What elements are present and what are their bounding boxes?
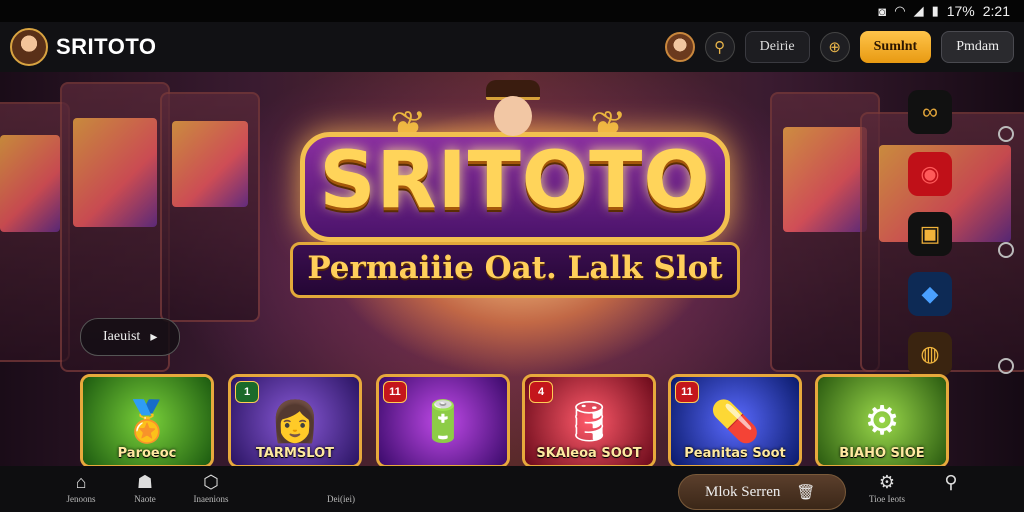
game-card-name: Peanitas Soot	[684, 446, 786, 461]
treasure-icon[interactable]: ▣	[908, 212, 952, 256]
game-card[interactable]: 🛢 4 SKAleoa SOOT	[522, 374, 656, 468]
banner-subtitle: Permaiiie Oat. Lalk Slot	[307, 250, 723, 286]
account-button[interactable]: Pmdam	[941, 31, 1014, 63]
gem-icon[interactable]: ◆	[908, 272, 952, 316]
carousel-dot[interactable]	[998, 242, 1014, 258]
target-icon[interactable]: ◉	[908, 152, 952, 196]
link-icon[interactable]: ∞	[908, 90, 952, 134]
nav-item-promotions[interactable]: ⬡ Inaenions	[176, 472, 246, 504]
game-card[interactable]: ⚙ BIAHO SIOE	[815, 374, 949, 468]
coin-icon[interactable]: ◍	[908, 332, 952, 376]
game-card[interactable]: 👩 1 TARMSLOT	[228, 374, 362, 468]
gear-icon: ⚙	[878, 472, 896, 492]
vibrate-icon: ◙	[878, 3, 887, 19]
clock: 2:21	[982, 3, 1010, 19]
logo-avatar[interactable]	[10, 28, 48, 66]
mascot-image	[478, 80, 548, 152]
nav-item-search[interactable]: ⚲	[916, 472, 986, 494]
battery-icon: ▮	[931, 3, 939, 18]
bottom-navigation: ⌂ Jenoons ☗ Naote ⬡ Inaenions Dei(iei) ⚙…	[0, 466, 1024, 512]
carousel-dot[interactable]	[998, 358, 1014, 374]
main-action-label: Mlok Serren	[705, 483, 781, 500]
search-icon[interactable]: ⚲	[704, 32, 735, 62]
game-badge: 11	[383, 381, 407, 403]
game-badge: 1	[235, 381, 259, 403]
game-badge: 4	[529, 381, 553, 403]
nav-label: Tioe Ieots	[869, 494, 905, 504]
nav-label: Naote	[134, 494, 156, 504]
game-card-name: SKAleoa SOOT	[536, 446, 642, 461]
trash-icon: 🗑	[796, 484, 816, 501]
banner-chip[interactable]: Iaeuist ▸	[80, 318, 181, 356]
game-card[interactable]: 🏅 Paroeoc	[80, 374, 214, 468]
game-badge: 11	[675, 381, 699, 403]
status-bar: ◙ ◠ ◢ ▮ 17% 2:21	[0, 0, 1024, 22]
search-icon: ⚲	[944, 472, 958, 492]
promotions-icon: ⬡	[203, 472, 219, 492]
nav-item-settings[interactable]: ⚙ Tioe Ieots	[852, 472, 922, 504]
games-icon: ☗	[136, 472, 154, 492]
home-icon: ⌂	[75, 472, 87, 492]
register-button[interactable]: Sumlnt	[859, 31, 932, 63]
game-card-name: BIAHO SIOE	[839, 446, 925, 461]
battery-percent: 17%	[946, 3, 975, 19]
game-card-name: Paroeoc	[117, 446, 177, 461]
chevron-right-icon: ▸	[150, 329, 158, 345]
nav-item-home[interactable]: ⌂ Jenoons	[46, 472, 116, 504]
nav-label: Dei(iei)	[327, 494, 355, 504]
game-card-name: TARMSLOT	[256, 446, 334, 461]
user-avatar[interactable]	[664, 32, 695, 62]
login-button[interactable]: Deirie	[744, 31, 810, 63]
game-card[interactable]: 💊 11 Peanitas Soot	[668, 374, 802, 468]
main-action-button[interactable]: Mlok Serren 🗑	[678, 474, 846, 510]
nav-item-games[interactable]: ☗ Naote	[110, 472, 180, 504]
header-actions: ⚲ Deirie ⊕ Sumlnt Pmdam	[664, 31, 1014, 63]
signal-icon: ◢	[913, 3, 924, 18]
deposit-icon[interactable]: ⊕	[819, 32, 850, 62]
slot-machine-image	[160, 92, 260, 322]
nav-item-deposit[interactable]: Dei(iei)	[306, 472, 376, 504]
carousel-dot[interactable]	[998, 126, 1014, 142]
banner-chip-label: Iaeuist	[103, 329, 141, 344]
app-title: SRITOTO	[56, 34, 157, 59]
game-card[interactable]: 🔋 11	[376, 374, 510, 468]
nav-label: Jenoons	[66, 494, 96, 504]
wifi-icon: ◠	[894, 3, 906, 18]
nav-label: Inaenions	[193, 494, 229, 504]
